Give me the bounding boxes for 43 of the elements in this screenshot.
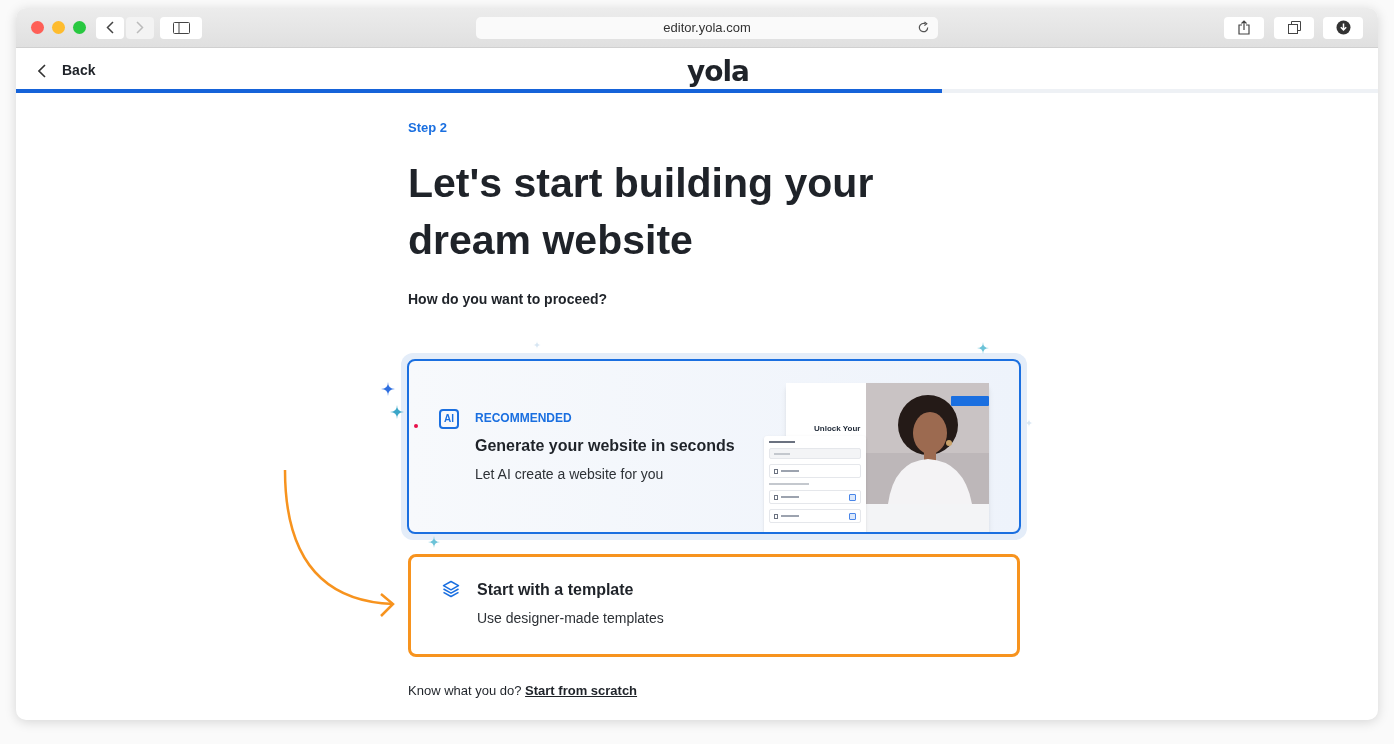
ai-badge-icon: AI	[439, 409, 459, 429]
chevron-left-icon	[38, 63, 46, 78]
option-card[interactable]: Start with a template Use designer-made templates	[408, 554, 1020, 657]
step-label: Step 2	[408, 119, 448, 137]
dot-icon	[414, 424, 418, 428]
page-heading: Let's start building your dream website	[408, 159, 875, 265]
close-window-icon[interactable]	[31, 21, 44, 34]
address-bar[interactable]: editor.yola.com	[476, 16, 938, 39]
option-title: Generate your website in seconds	[475, 436, 735, 456]
sparkle-icon	[381, 382, 395, 396]
download-icon	[1335, 20, 1351, 35]
sparkle-icon	[390, 405, 404, 419]
sparkle-icon	[533, 341, 541, 349]
option-card[interactable]: AI RECOMMENDED Generate your website in seconds Let AI create a website for you Unlock Your	[407, 359, 1021, 534]
url-text: editor.yola.com	[663, 18, 751, 37]
ai-generate-icon	[849, 512, 856, 520]
downloads-button[interactable]	[1323, 16, 1363, 39]
tabs-icon	[1287, 21, 1301, 34]
sidebar-button[interactable]	[160, 16, 202, 39]
scratch-link[interactable]: Start from scratch	[525, 683, 638, 698]
tabs-button[interactable]	[1274, 16, 1314, 39]
chevron-right-icon	[136, 21, 144, 34]
prompt-text: How do you want to proceed?	[408, 290, 609, 309]
share-button[interactable]	[1224, 16, 1264, 39]
share-icon	[1238, 20, 1250, 35]
back-link[interactable]: Back	[38, 60, 96, 81]
back-nav-button[interactable]	[96, 16, 124, 39]
sparkle-icon	[1025, 419, 1033, 427]
maximize-window-icon[interactable]	[73, 21, 86, 34]
sparkle-icon	[428, 536, 440, 548]
chevron-left-icon	[106, 21, 114, 34]
headline-text: Unlock Your	[814, 423, 861, 435]
footer-text: Know what you do? Start from scratch	[408, 682, 639, 700]
option-subtitle: Use designer-made templates	[477, 609, 664, 628]
layers-icon	[441, 579, 461, 599]
reload-icon[interactable]	[917, 21, 930, 34]
option-subtitle: Let AI create a website for you	[475, 465, 665, 484]
logo: yola	[687, 54, 749, 90]
sparkle-icon	[977, 342, 989, 354]
option-title: Start with a template	[477, 580, 635, 600]
sidebar-icon	[172, 21, 190, 34]
recommended-label: RECOMMENDED	[475, 410, 573, 427]
ai-generate-icon	[849, 493, 856, 501]
